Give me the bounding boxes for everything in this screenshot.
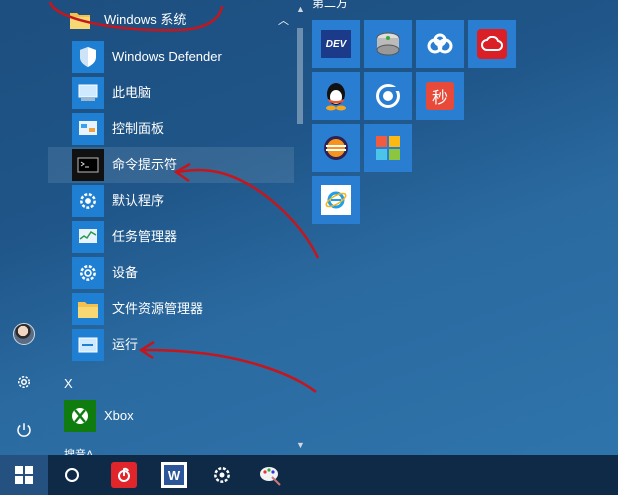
app-command-prompt[interactable]: 命令提示符: [48, 147, 294, 183]
app-this-pc[interactable]: 此电脑: [48, 75, 294, 111]
tile-dev[interactable]: DEV: [312, 20, 360, 68]
app-label: 任务管理器: [112, 229, 178, 244]
tile-creative-cloud[interactable]: [468, 20, 516, 68]
user-avatar-button[interactable]: [0, 314, 48, 354]
tile-eclipse[interactable]: [312, 124, 360, 172]
ie-icon: [321, 185, 351, 215]
app-run[interactable]: 运行: [48, 327, 294, 363]
browser-icon: [376, 84, 400, 108]
colorful-icon: [376, 136, 400, 160]
qq-icon: [326, 83, 346, 111]
app-control-panel[interactable]: 控制面板: [48, 111, 294, 147]
tile-app[interactable]: 秒: [416, 72, 464, 120]
power-icon: [17, 423, 31, 437]
run-icon: [72, 329, 104, 361]
word-icon: W: [161, 462, 187, 488]
scroll-up-icon[interactable]: ▲: [296, 4, 305, 14]
cortana-icon: [65, 468, 79, 482]
tile-browser[interactable]: [364, 72, 412, 120]
taskbar-word[interactable]: W: [150, 455, 198, 495]
creative-cloud-icon: [477, 29, 507, 59]
app-label: 默认程序: [112, 193, 165, 208]
avatar: [13, 323, 35, 345]
settings-button[interactable]: [0, 362, 48, 402]
group-label: Windows 系统: [104, 12, 187, 27]
netease-music-icon: [111, 462, 137, 488]
control-panel-icon: [72, 113, 104, 145]
app-task-manager[interactable]: 任务管理器: [48, 219, 294, 255]
gear-icon: [72, 185, 104, 217]
shield-icon: [72, 41, 104, 73]
windows-logo-icon: [15, 466, 33, 484]
app-default-programs[interactable]: 默认程序: [48, 183, 294, 219]
folder-icon: [64, 4, 96, 36]
letter-header-x[interactable]: X: [64, 376, 73, 391]
tile-area: 第二方 DEV 秒: [306, 0, 618, 455]
app-file-explorer[interactable]: 文件资源管理器: [48, 291, 294, 327]
paint-icon: [260, 467, 281, 486]
baidu-cloud-icon: [427, 33, 453, 54]
taskbar-paint[interactable]: [246, 455, 294, 495]
power-button[interactable]: [0, 410, 48, 450]
taskbar-netease-music[interactable]: [100, 455, 148, 495]
app-label: 此电脑: [112, 85, 152, 100]
scroll-down-icon[interactable]: ▼: [296, 440, 305, 450]
disk-icon: [376, 32, 400, 56]
app-devices[interactable]: 设备: [48, 255, 294, 291]
cortana-button[interactable]: [48, 455, 96, 495]
tile-group-title[interactable]: 第二方: [312, 0, 348, 11]
tile-baidu-cloud[interactable]: [416, 20, 464, 68]
terminal-icon: [72, 149, 104, 181]
start-rail: [0, 0, 48, 455]
tile-internet-explorer[interactable]: [312, 176, 360, 224]
settings-icon: [214, 467, 230, 483]
chevron-up-icon[interactable]: ︿: [278, 12, 289, 28]
taskbar: W: [0, 455, 618, 495]
app-label: Windows Defender: [112, 49, 222, 64]
folder-icon: [72, 293, 104, 325]
computer-icon: [72, 77, 104, 109]
tile-qq[interactable]: [312, 72, 360, 120]
gear-icon: [72, 257, 104, 289]
tile-disk[interactable]: [364, 20, 412, 68]
group-windows-system[interactable]: Windows 系统 ︿: [48, 0, 294, 40]
tile-colorful[interactable]: [364, 124, 412, 172]
taskbar-settings[interactable]: [198, 455, 246, 495]
task-manager-icon: [72, 221, 104, 253]
app-windows-defender[interactable]: Windows Defender: [48, 39, 294, 75]
gear-icon: [18, 376, 30, 388]
app-label: 文件资源管理器: [112, 301, 204, 316]
dev-icon: DEV: [321, 30, 351, 58]
app-icon: 秒: [426, 82, 454, 110]
letter-header-next[interactable]: 搜音A: [64, 446, 93, 455]
xbox-icon: [64, 400, 96, 432]
app-label: 控制面板: [112, 121, 165, 136]
app-label: Xbox: [104, 408, 134, 423]
app-xbox[interactable]: Xbox: [48, 398, 294, 434]
scrollbar-thumb[interactable]: [297, 28, 303, 124]
app-label: 运行: [112, 337, 139, 352]
app-list: Windows 系统 ︿ Windows Defender 此电脑 控制面板 命…: [48, 0, 306, 455]
start-button[interactable]: [0, 455, 48, 495]
start-menu: Windows 系统 ︿ Windows Defender 此电脑 控制面板 命…: [0, 0, 618, 455]
app-label: 设备: [112, 265, 139, 280]
app-label: 命令提示符: [112, 157, 178, 172]
eclipse-icon: [324, 136, 348, 160]
